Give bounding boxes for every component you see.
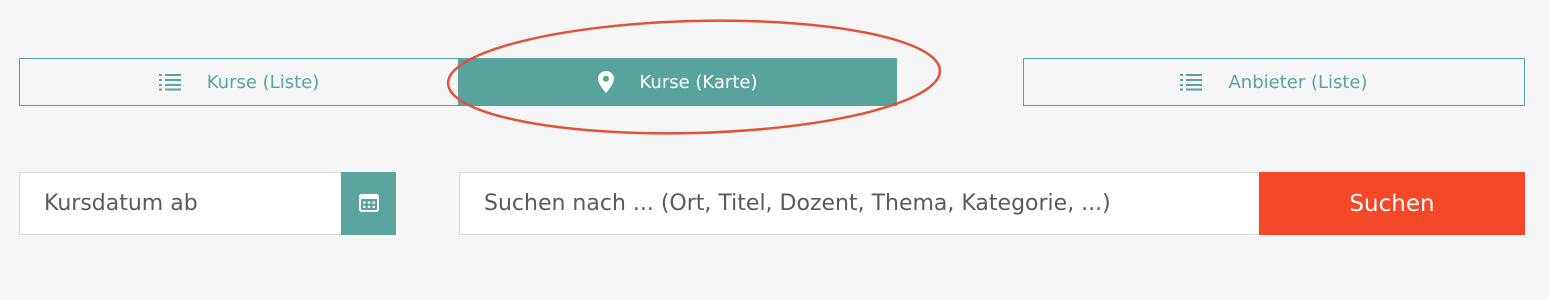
tab-courses-list-label: Kurse (Liste) [206,71,320,93]
search-input[interactable] [482,190,1259,217]
date-from-field[interactable] [19,172,341,235]
date-from-input[interactable] [42,190,341,217]
calendar-icon [358,192,379,216]
search-button[interactable]: Suchen [1259,172,1525,235]
search-field[interactable] [459,172,1259,235]
map-pin-icon [597,71,614,93]
list-icon [158,73,181,91]
tab-courses-list[interactable]: Kurse (Liste) [19,58,459,106]
list-icon [1180,73,1203,91]
tab-providers-list[interactable]: Anbieter (Liste) [1023,58,1525,106]
tab-courses-map-label: Kurse (Karte) [639,71,758,93]
tab-courses-map[interactable]: Kurse (Karte) [458,58,897,106]
calendar-button[interactable] [341,172,396,235]
tab-providers-list-label: Anbieter (Liste) [1228,71,1368,93]
